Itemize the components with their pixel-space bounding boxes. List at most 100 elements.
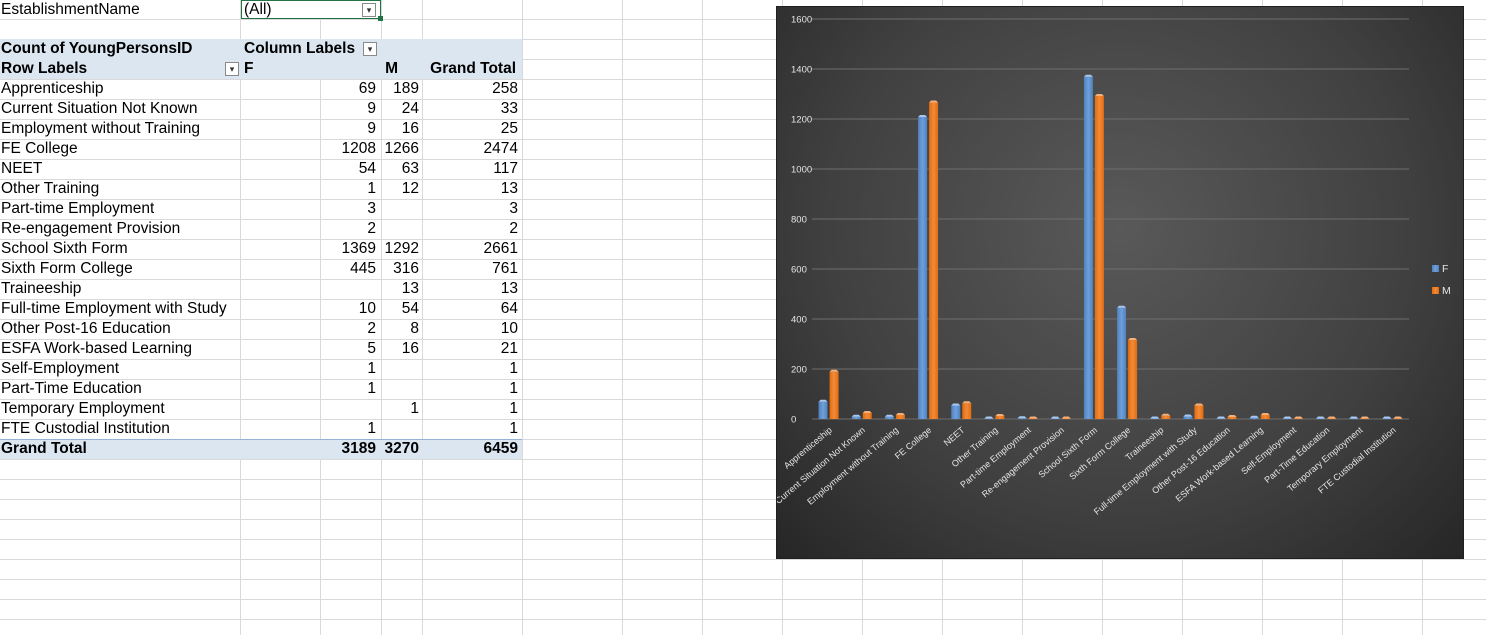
bar-f-top <box>1249 415 1259 418</box>
row-labels-filter-icon[interactable]: ▾ <box>225 62 239 76</box>
bar-f-top <box>1216 416 1226 419</box>
bar-f-top <box>1183 414 1193 417</box>
pivot-cell-m: 1 <box>410 400 419 417</box>
pivot-row-label: Full-time Employment with Study <box>1 300 227 317</box>
y-tick-label: 400 <box>791 315 807 326</box>
pivot-row-label: Temporary Employment <box>1 400 165 417</box>
pivot-cell-total: 10 <box>500 320 518 337</box>
bar-m-top <box>1161 413 1171 416</box>
bar-f <box>1382 418 1392 419</box>
bar-f-top <box>1282 416 1292 419</box>
pivot-cell-f: 10 <box>358 300 376 317</box>
pivot-cell-m: 54 <box>401 300 419 317</box>
legend-label-f: F <box>1442 263 1448 275</box>
bar-f <box>1349 418 1359 419</box>
pivot-cell-total: 1 <box>509 360 518 377</box>
pivot-cell-total: 117 <box>493 160 518 177</box>
pivot-row-label: Re-engagement Provision <box>1 220 181 237</box>
fill-handle[interactable] <box>378 16 383 21</box>
bar-m <box>829 371 839 419</box>
grand-total-f: 3189 <box>341 440 376 457</box>
pivot-cell-m: 24 <box>401 100 419 117</box>
chart-canvas: 02004006008001000120014001600Apprentices… <box>777 15 1451 517</box>
x-tick-label: School Sixth Form <box>1036 425 1099 480</box>
report-filter-cell[interactable]: (All) ▾ <box>241 0 381 19</box>
pivot-cell-m: 1266 <box>384 140 419 157</box>
bar-m <box>1094 96 1104 419</box>
pivot-cell-f: 1 <box>367 360 376 377</box>
bar-m-top <box>1393 416 1403 419</box>
pivot-cell-f: 1369 <box>341 240 376 257</box>
pivot-cell-f: 1 <box>367 380 376 397</box>
pivot-row-label: Other Post-16 Education <box>1 320 171 337</box>
bar-f <box>1017 418 1027 419</box>
pivot-cell-total: 258 <box>492 80 518 97</box>
pivot-row-labels: Row Labels <box>1 60 88 77</box>
pivot-row-label: FE College <box>1 140 78 157</box>
pivot-cell-f <box>300 399 376 419</box>
pivot-cell-total: 2661 <box>483 240 518 257</box>
pivot-cell-f: 54 <box>358 160 376 177</box>
pivot-cell-f: 1208 <box>341 140 376 157</box>
pivot-cell-total: 2474 <box>483 140 518 157</box>
bar-f-top <box>1117 305 1127 308</box>
bar-m-top <box>1094 94 1104 96</box>
pivot-cell-f: 3 <box>367 200 376 217</box>
bar-f <box>1216 418 1226 419</box>
grand-total-m: 3270 <box>384 440 419 457</box>
bar-f-top <box>1150 416 1160 419</box>
pivot-row-label: NEET <box>1 160 43 177</box>
bar-m-top <box>929 100 939 103</box>
pivot-cell-total: 25 <box>500 120 518 137</box>
pivot-cell-f: 9 <box>367 120 376 137</box>
bar-f-top <box>1382 416 1392 419</box>
legend-swatch-m <box>1432 287 1439 294</box>
x-tick-label: FE College <box>893 425 934 461</box>
bar-m-top <box>1028 416 1038 419</box>
bar-f <box>1316 418 1326 419</box>
column-labels-filter-icon[interactable]: ▾ <box>363 42 377 56</box>
bar-f-top <box>918 115 928 117</box>
bar-f <box>884 416 894 419</box>
legend-label-m: M <box>1442 285 1451 297</box>
pivot-chart[interactable]: 0 200 400 600 800 1000 1200 1400 1600 Apprentices… <box>776 6 1464 559</box>
pivot-row-label: Apprenticeship <box>1 80 104 97</box>
pivot-row-label: Other Training <box>1 180 100 197</box>
filter-dropdown-icon[interactable]: ▾ <box>362 3 376 17</box>
bar-m-top <box>862 411 872 413</box>
pivot-cell-m: 316 <box>393 260 419 277</box>
bar-f-top <box>1349 416 1359 419</box>
pivot-row-label: Employment without Training <box>1 120 201 137</box>
pivot-cell-f: 2 <box>367 220 376 237</box>
bar-f <box>851 416 861 419</box>
pivot-cell-f: 2 <box>367 320 376 337</box>
y-tick-label: 600 <box>791 265 807 276</box>
bar-f <box>818 401 828 419</box>
grand-total-total: 6459 <box>483 440 518 457</box>
bar-m <box>1327 418 1337 419</box>
pivot-cell-m <box>380 419 419 439</box>
pivot-cell-total: 21 <box>500 340 518 357</box>
bar-m <box>995 416 1005 419</box>
bar-m <box>1393 418 1403 419</box>
bar-m <box>929 102 939 419</box>
pivot-cell-total: 13 <box>500 180 518 197</box>
grand-total-label: Grand Total <box>1 440 87 457</box>
bar-f <box>1183 416 1193 419</box>
bar-m <box>862 413 872 419</box>
bar-f-top <box>851 414 861 417</box>
pivot-row-label: Part-time Employment <box>1 200 155 217</box>
pivot-row-label: Traineeship <box>1 280 82 297</box>
pivot-row-label: FTE Custodial Institution <box>1 420 170 437</box>
bar-m-top <box>962 401 972 404</box>
bar-f-top <box>1316 416 1326 419</box>
pivot-cell-total: 1 <box>509 420 518 437</box>
bar-f-top <box>984 416 994 419</box>
bar-f-top <box>951 403 961 406</box>
bar-m <box>1194 405 1204 419</box>
pivot-cell-m: 63 <box>401 160 419 177</box>
bar-m <box>1260 415 1270 419</box>
pivot-cell-m: 13 <box>401 280 419 297</box>
pivot-cell-m: 1292 <box>384 240 419 257</box>
bar-m <box>895 415 905 419</box>
